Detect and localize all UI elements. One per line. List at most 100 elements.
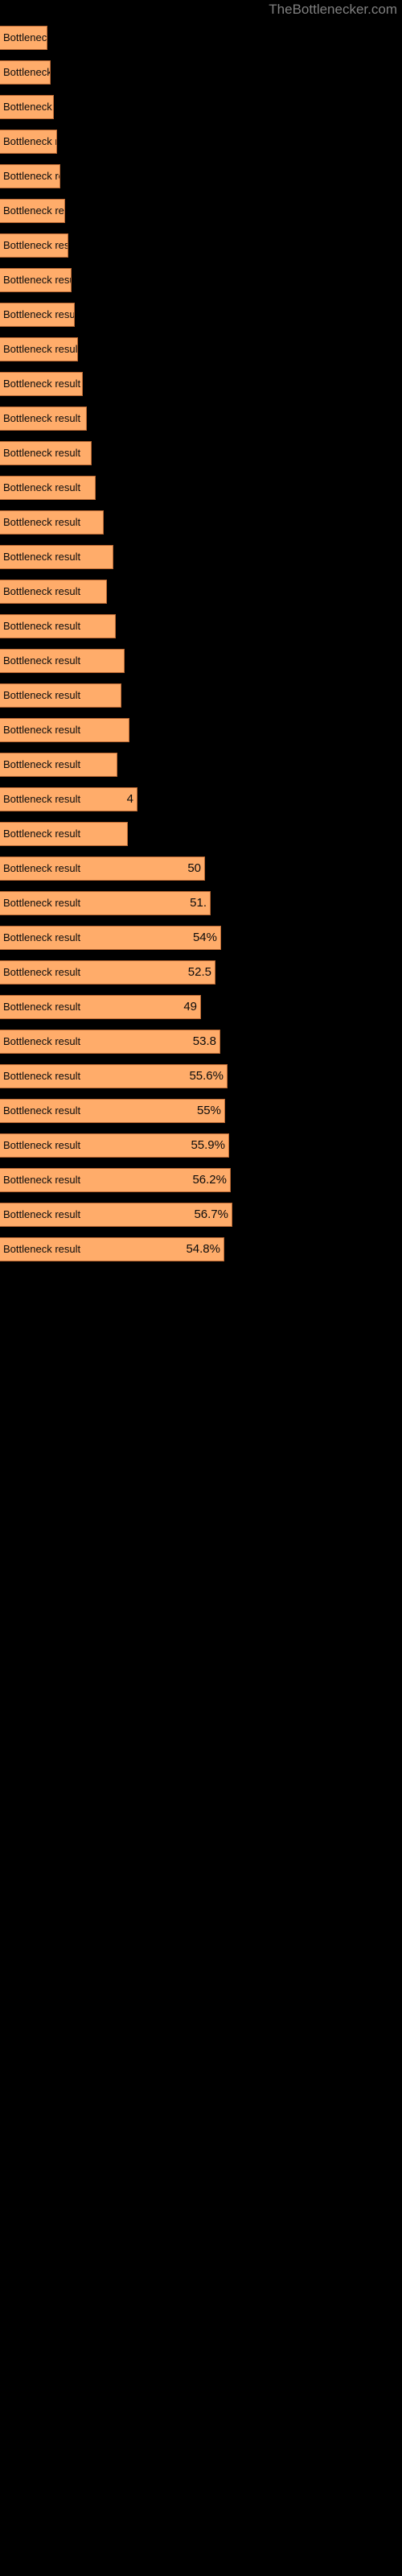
bar-value: 49 [183,1000,197,1013]
bar-label: Bottleneck result [3,274,71,286]
bar-label: Bottleneck result [3,1104,81,1117]
bar-row: Bottleneck result 56.2% [0,1163,402,1198]
bar-row: Bottleneck result 55% [0,1094,402,1129]
bar-inner: Bottleneck result 55.6% [0,1065,227,1088]
bar-inner: Bottleneck result [0,130,56,153]
bar[interactable]: Bottleneck result 56.2% [0,1168,231,1192]
bar[interactable]: Bottleneck result [0,545,113,569]
bar-value: 56.7% [194,1208,228,1221]
bar[interactable]: Bottleneck result 56.7% [0,1203,232,1227]
bar-inner: Bottleneck result [0,511,103,534]
bar[interactable]: Bottleneck result [0,199,65,223]
bar-row: Bottleneck result [0,644,402,679]
bar-inner: Bottleneck result [0,303,74,326]
bar[interactable]: Bottleneck result 55.6% [0,1064,228,1088]
bar[interactable]: Bottleneck result [0,407,87,431]
bar[interactable]: Bottleneck result [0,476,96,500]
bar-label: Bottleneck result [3,447,81,459]
bar-label: Bottleneck result [3,170,59,182]
bar[interactable]: Bottleneck result [0,60,51,85]
bar[interactable]: Bottleneck result [0,26,47,50]
bar-label: Bottleneck result [3,862,81,874]
bar-row: Bottleneck result [0,332,402,367]
bar-inner: Bottleneck result [0,442,91,464]
bar[interactable]: Bottleneck result 55% [0,1099,225,1123]
bar-inner: Bottleneck result 54% [0,927,220,949]
bar[interactable]: Bottleneck result [0,164,60,188]
bar-label: Bottleneck result [3,481,81,493]
bar-row: Bottleneck result [0,402,402,436]
bar[interactable]: Bottleneck result [0,233,68,258]
bar-inner: Bottleneck result [0,234,68,257]
bar[interactable]: Bottleneck result [0,95,54,119]
bar-row: Bottleneck result [0,125,402,159]
bar[interactable]: Bottleneck result [0,510,104,535]
bar[interactable]: Bottleneck result [0,441,92,465]
bar-label: Bottleneck result [3,1001,81,1013]
bar-row: Bottleneck result 50 [0,852,402,886]
bar[interactable]: Bottleneck result [0,337,78,361]
bar-label: Bottleneck result [3,689,81,701]
bar-inner: Bottleneck result [0,823,127,845]
bar[interactable]: Bottleneck result [0,649,125,673]
bar[interactable]: Bottleneck result 4 [0,787,137,811]
bar-row: Bottleneck result [0,506,402,540]
bar[interactable]: Bottleneck result [0,614,116,638]
bar[interactable]: Bottleneck result [0,372,83,396]
bar-value: 4 [126,792,133,806]
bar[interactable]: Bottleneck result [0,718,129,742]
bar-row: Bottleneck result [0,229,402,263]
bar-inner: Bottleneck result 55% [0,1100,224,1122]
bar-row: Bottleneck result 56.7% [0,1198,402,1232]
bar-label: Bottleneck result [3,412,81,424]
bar-label: Bottleneck result [3,931,81,943]
bar[interactable]: Bottleneck result [0,303,75,327]
bar-inner: Bottleneck result 50 [0,857,204,880]
bar-row: Bottleneck result [0,575,402,609]
bar-label: Bottleneck result [3,1243,81,1255]
bar-inner: Bottleneck result [0,61,50,84]
bar-inner: Bottleneck result [0,407,86,430]
bar[interactable]: Bottleneck result [0,268,72,292]
bar[interactable]: Bottleneck result 49 [0,995,201,1019]
bar-inner: Bottleneck result [0,96,53,118]
bar-label: Bottleneck result [3,654,81,667]
bar-row: Bottleneck result 4 [0,782,402,817]
bar[interactable]: Bottleneck result 54.8% [0,1237,224,1261]
bar-label: Bottleneck result [3,239,68,251]
bar[interactable]: Bottleneck result [0,683,121,708]
bar-row: Bottleneck result [0,367,402,402]
bar-label: Bottleneck result [3,1139,81,1151]
bar-label: Bottleneck result [3,308,75,320]
bar-row: Bottleneck result [0,194,402,229]
bar-inner: Bottleneck result [0,200,64,222]
bar-value: 50 [187,861,201,875]
bar[interactable]: Bottleneck result 52.5 [0,960,215,985]
bar[interactable]: Bottleneck result [0,130,57,154]
bar-inner: Bottleneck result [0,165,59,188]
bar-row: Bottleneck result [0,159,402,194]
bar-label: Bottleneck result [3,378,81,390]
bar[interactable]: Bottleneck result 55.9% [0,1133,229,1158]
bar-value: 55.6% [189,1069,224,1083]
bar[interactable]: Bottleneck result [0,822,128,846]
bar-label: Bottleneck result [3,204,64,217]
bar-label: Bottleneck result [3,793,81,805]
bar-inner: Bottleneck result 4 [0,788,137,811]
bar-inner: Bottleneck result [0,580,106,603]
bar-label: Bottleneck result [3,551,81,563]
bar[interactable]: Bottleneck result [0,753,117,777]
bar-row: Bottleneck result [0,56,402,90]
bar[interactable]: Bottleneck result 54% [0,926,221,950]
bar-row: Bottleneck result [0,471,402,506]
bar[interactable]: Bottleneck result [0,580,107,604]
bar-value: 51. [190,896,207,910]
bar-row: Bottleneck result [0,748,402,782]
bar-label: Bottleneck result [3,1070,81,1082]
bar-row: Bottleneck result [0,609,402,644]
bar[interactable]: Bottleneck result 51. [0,891,211,915]
bar-value: 54.8% [186,1242,220,1256]
bar-row: Bottleneck result 53.8 [0,1025,402,1059]
bar[interactable]: Bottleneck result 50 [0,857,205,881]
bar[interactable]: Bottleneck result 53.8 [0,1030,220,1054]
